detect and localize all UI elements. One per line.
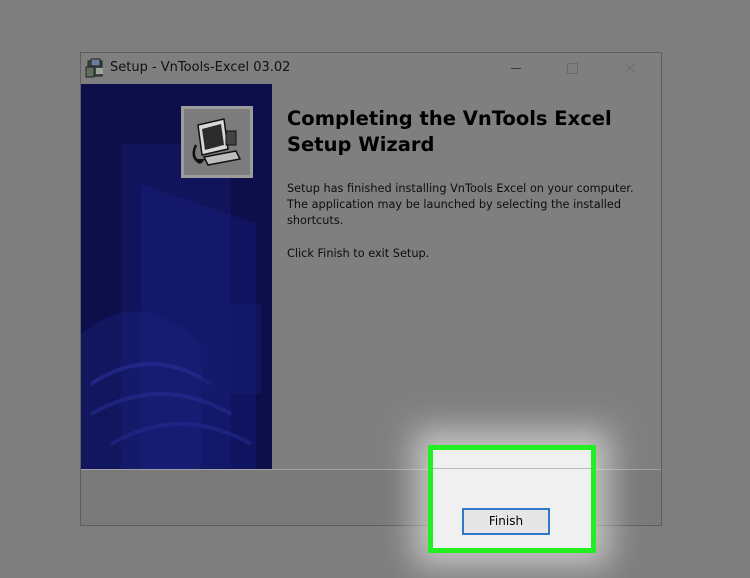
minimize-button[interactable] xyxy=(493,53,539,84)
completion-message: Setup has finished installing VnTools Ex… xyxy=(287,182,634,227)
window-title: Setup - VnTools-Excel 03.02 xyxy=(110,60,291,75)
computer-install-icon xyxy=(181,106,253,178)
close-icon xyxy=(624,62,636,74)
minimize-icon xyxy=(511,68,521,69)
title-bar[interactable]: Setup - VnTools-Excel 03.02 xyxy=(81,53,661,84)
close-button[interactable] xyxy=(607,53,653,84)
wizard-content: Completing the VnTools Excel Setup Wizar… xyxy=(272,84,661,469)
exit-instruction: Click Finish to exit Setup. xyxy=(287,247,430,260)
maximize-button[interactable] xyxy=(549,53,595,84)
page-title: Completing the VnTools Excel Setup Wizar… xyxy=(287,107,612,156)
maximize-icon xyxy=(567,63,578,74)
setup-installer-icon xyxy=(85,58,106,79)
wizard-side-banner xyxy=(81,84,272,469)
highlight-box xyxy=(428,445,596,553)
